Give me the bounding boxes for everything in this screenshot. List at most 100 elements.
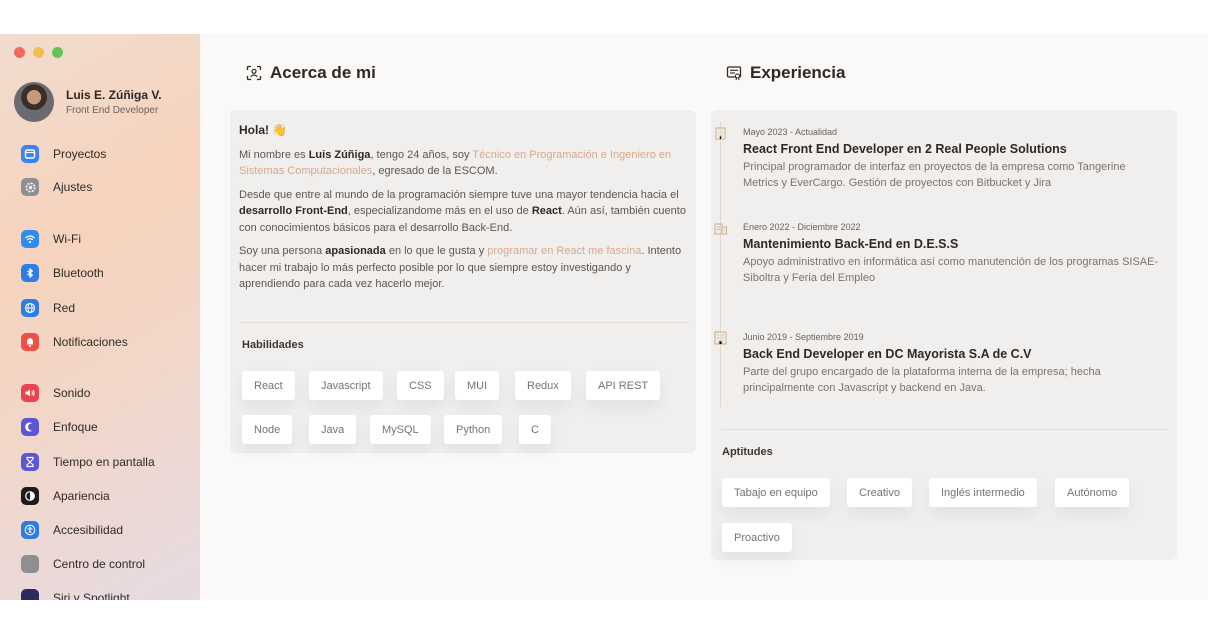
bell-icon	[21, 333, 39, 351]
user-scan-icon	[246, 65, 262, 81]
sidebar-item-apariencia[interactable]: Apariencia	[21, 487, 110, 505]
speaker-icon	[21, 384, 39, 402]
about-paragraph-3: Soy una persona apasionada en lo que le …	[239, 243, 689, 293]
experience-item: Junio 2019 - Septiembre 2019 Back End De…	[743, 332, 1163, 396]
sidebar-item-label: Accesibilidad	[53, 523, 124, 537]
job-title: React Front End Developer en 2 Real Peop…	[743, 142, 1067, 156]
aptitude-chip[interactable]: Proactivo	[722, 523, 792, 552]
passion-highlight: apasionada	[325, 245, 386, 257]
aptitude-chip[interactable]: Creativo	[847, 478, 912, 507]
sidebar-item-label: Proyectos	[53, 147, 107, 161]
skills-divider	[240, 322, 689, 323]
skill-chip[interactable]: Redux	[515, 371, 571, 400]
skill-chip[interactable]: API REST	[586, 371, 661, 400]
job-title: Mantenimiento Back-End en D.E.S.S	[743, 237, 959, 251]
minimize-window-button[interactable]	[33, 47, 44, 58]
greeting: Hola! 👋	[239, 123, 288, 137]
gear-icon	[21, 178, 39, 196]
bluetooth-icon	[21, 264, 39, 282]
skills-title: Habilidades	[242, 339, 304, 351]
sidebar-item-label: Centro de control	[53, 557, 146, 571]
wifi-icon	[21, 230, 39, 248]
sidebar-item-bluetooth[interactable]: Bluetooth	[21, 264, 104, 282]
profile[interactable]: Luis E. Zúñiga V. Front End Developer	[14, 82, 162, 122]
aptitude-chip[interactable]: Autónomo	[1055, 478, 1130, 507]
sidebar-item-wifi[interactable]: Wi-Fi	[21, 230, 81, 248]
store-building-icon	[714, 331, 727, 345]
sidebar-item-label: Apariencia	[53, 489, 110, 503]
skill-chip[interactable]: MUI	[455, 371, 500, 400]
building-icon	[715, 127, 726, 140]
sidebar-item-label: Enfoque	[53, 420, 98, 434]
sidebar: Luis E. Zúñiga V. Front End Developer Pr…	[0, 34, 200, 600]
sidebar-item-siri-y-spotlight[interactable]: Siri y Spotlight	[21, 589, 130, 600]
traffic-lights	[14, 47, 63, 58]
sidebar-item-label: Bluetooth	[53, 266, 104, 280]
close-window-button[interactable]	[14, 47, 25, 58]
skill-chip[interactable]: C	[519, 415, 551, 444]
sidebar-item-label: Siri y Spotlight	[53, 591, 130, 600]
aptitude-chip[interactable]: Inglés intermedio	[929, 478, 1037, 507]
sidebar-item-tiempo-en-pantalla[interactable]: Tiempo en pantalla	[21, 453, 155, 471]
about-paragraph-1: Mi nombre es Luis Zúñiga, tengo 24 años,…	[239, 147, 689, 180]
about-card: Hola! 👋 Mi nombre es Luis Zúñiga, tengo …	[230, 110, 696, 453]
hourglass-icon	[21, 453, 39, 471]
text-run: Mi nombre es	[239, 148, 309, 161]
skill-chip[interactable]: Javascript	[309, 371, 383, 400]
name-highlight: Luis Zúñiga	[308, 148, 371, 161]
react-passion-highlight: programar en React me fascina	[487, 245, 642, 257]
appearance-icon	[21, 487, 39, 505]
sidebar-item-proyectos[interactable]: Proyectos	[21, 145, 106, 163]
globe-icon	[21, 299, 39, 317]
aptitudes-title: Aptitudes	[722, 446, 773, 458]
job-description: Parte del grupo encargado de la platafor…	[743, 366, 1101, 394]
text-run: , egresado de la ESCOM.	[372, 165, 498, 177]
timeline-line	[720, 122, 721, 407]
experience-title: Experiencia	[750, 63, 846, 82]
profile-name: Luis E. Zúñiga V.	[66, 88, 162, 102]
skill-chip[interactable]: Java	[309, 415, 357, 444]
text-run: , especializandome más en el uso de	[347, 205, 532, 217]
skill-chip[interactable]: CSS	[397, 371, 444, 400]
profile-role: Front End Developer	[66, 105, 159, 116]
job-date: Enero 2022 - Diciembre 2022	[743, 222, 861, 232]
skill-chip[interactable]: MySQL	[370, 415, 431, 444]
siri-icon	[21, 589, 39, 600]
sidebar-item-sonido[interactable]: Sonido	[21, 384, 90, 402]
experience-item: Mayo 2023 - Actualidad React Front End D…	[743, 127, 1163, 191]
app-window: Luis E. Zúñiga V. Front End Developer Pr…	[0, 34, 1208, 600]
sidebar-item-ajustes[interactable]: Ajustes	[21, 178, 92, 196]
about-title: Acerca de mi	[270, 63, 376, 82]
job-description: Principal programador de interfaz en pro…	[743, 161, 1126, 189]
sidebar-item-notificaciones[interactable]: Notificaciones	[21, 333, 128, 351]
text-run: Desde que entre al mundo de la programac…	[239, 188, 679, 201]
accessibility-icon	[21, 521, 39, 539]
folder-icon	[21, 145, 39, 163]
office-building-icon	[714, 223, 728, 235]
sidebar-item-label: Tiempo en pantalla	[53, 455, 155, 469]
aptitude-chip[interactable]: Tabajo en equipo	[722, 478, 830, 507]
sidebar-item-label: Notificaciones	[53, 335, 128, 349]
sidebar-item-red[interactable]: Red	[21, 299, 75, 317]
job-title: Back End Developer en DC Mayorista S.A d…	[743, 347, 1032, 361]
about-body: Hola! 👋 Mi nombre es Luis Zúñiga, tengo …	[239, 122, 689, 300]
sidebar-item-label: Red	[53, 301, 76, 315]
sidebar-item-enfoque[interactable]: Enfoque	[21, 418, 98, 436]
experience-item: Enero 2022 - Diciembre 2022 Mantenimient…	[743, 222, 1163, 286]
job-description: Apoyo administrativo en informática así …	[743, 256, 1159, 284]
text-run: en lo que le gusta y	[385, 245, 488, 257]
skill-chip[interactable]: React	[242, 371, 295, 400]
sidebar-item-centro-de-control[interactable]: Centro de control	[21, 555, 145, 573]
job-date: Mayo 2023 - Actualidad	[743, 127, 838, 137]
sidebar-item-label: Ajustes	[53, 180, 93, 194]
text-run: Soy una persona	[239, 245, 326, 257]
skill-chip[interactable]: Python	[444, 415, 503, 444]
sidebar-item-accesibilidad[interactable]: Accesibilidad	[21, 521, 123, 539]
about-paragraph-2: Desde que entre al mundo de la programac…	[239, 187, 689, 237]
frontend-highlight: desarrollo Front-End	[239, 205, 348, 217]
moon-icon	[21, 418, 39, 436]
zoom-window-button[interactable]	[52, 47, 63, 58]
sidebar-item-label: Sonido	[53, 386, 91, 400]
sidebar-item-label: Wi-Fi	[53, 232, 81, 246]
skill-chip[interactable]: Node	[242, 415, 293, 444]
